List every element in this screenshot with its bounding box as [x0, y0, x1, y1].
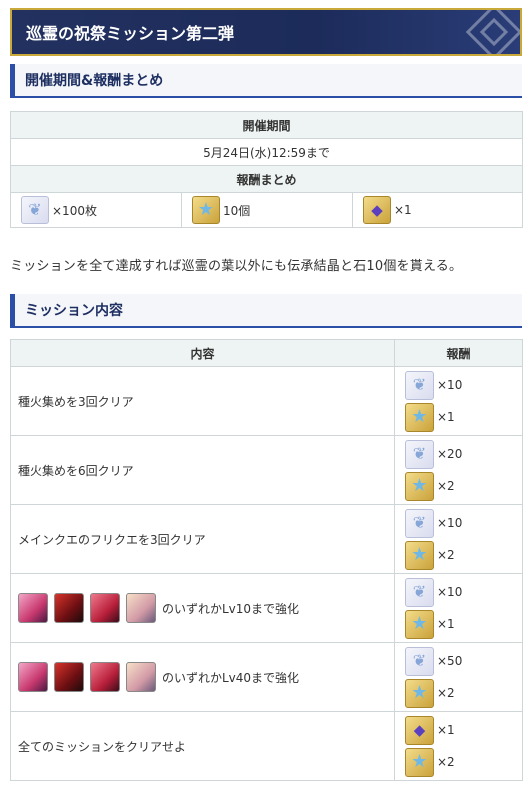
- mission-text: のいずれかLv40まで強化: [162, 670, 300, 685]
- mission-text: のいずれかLv10まで強化: [162, 601, 300, 616]
- reward-summary-text: 10個: [223, 203, 251, 218]
- leaf-icon[interactable]: ❦: [405, 508, 434, 538]
- servant-icon[interactable]: [54, 662, 84, 692]
- servant-icon[interactable]: [18, 593, 48, 623]
- reward-qty: ×2: [437, 548, 455, 562]
- section-heading-label: 開催期間&報酬まとめ: [25, 73, 164, 89]
- reward-summary-cell: ◆ ×1: [351, 192, 524, 228]
- servant-icon[interactable]: [90, 662, 120, 692]
- page-title-banner: 巡霊の祝祭ミッション第二弾: [10, 8, 522, 56]
- mission-rewards: ◆ ×1 ★ ×2: [394, 711, 523, 781]
- servant-icon[interactable]: [126, 662, 156, 692]
- star-icon[interactable]: ★: [405, 471, 434, 501]
- rewards-header: 報酬まとめ: [9, 165, 524, 193]
- star-icon[interactable]: ★: [405, 678, 434, 708]
- column-header-reward: 報酬: [394, 339, 523, 367]
- leaf-icon[interactable]: ❦: [21, 196, 49, 224]
- reward-qty: ×10: [437, 585, 463, 599]
- mission-text: メインクエのフリクエを3回クリア: [10, 504, 395, 574]
- table-row: メインクエのフリクエを3回クリア ❦ ×10 ★ ×2: [10, 504, 523, 574]
- reward-qty: ×1: [437, 617, 455, 631]
- star-icon[interactable]: ★: [405, 540, 434, 570]
- section-heading-period: 開催期間&報酬まとめ: [10, 64, 522, 98]
- table-row: 全てのミッションをクリアせよ ◆ ×1 ★ ×2: [10, 711, 523, 781]
- table-row: のいずれかLv10まで強化 ❦ ×10 ★ ×1: [10, 573, 523, 643]
- period-header: 開催期間: [9, 111, 524, 139]
- reward-qty: ×10: [437, 378, 463, 392]
- mission-rewards: ❦ ×50 ★ ×2: [394, 642, 523, 712]
- leaf-icon[interactable]: ❦: [405, 577, 434, 607]
- column-header-content: 内容: [10, 339, 395, 367]
- mission-text: 種火集めを3回クリア: [10, 366, 395, 436]
- reward-qty: ×1: [437, 723, 455, 737]
- star-icon[interactable]: ★: [405, 609, 434, 639]
- table-row: のいずれかLv40まで強化 ❦ ×50 ★ ×2: [10, 642, 523, 712]
- table-row: 種火集めを3回クリア ❦ ×10 ★ ×1: [10, 366, 523, 436]
- reward-qty: ×50: [437, 654, 463, 668]
- reward-qty: ×2: [437, 755, 455, 769]
- mission-rewards: ❦ ×10 ★ ×1: [394, 573, 523, 643]
- servant-icon[interactable]: [54, 593, 84, 623]
- leaf-icon[interactable]: ❦: [405, 646, 434, 676]
- stone-icon[interactable]: ◆: [363, 196, 391, 224]
- page-title: 巡霊の祝祭ミッション第二弾: [26, 24, 235, 43]
- reward-qty: ×10: [437, 516, 463, 530]
- section-heading-label: ミッション内容: [25, 303, 123, 319]
- star-icon[interactable]: ★: [405, 402, 434, 432]
- reward-summary-text: ×1: [394, 203, 412, 217]
- period-value: 5月24日(水)12:59まで: [9, 138, 524, 166]
- mission-text: 種火集めを6回クリア: [10, 435, 395, 505]
- stone-icon[interactable]: ◆: [405, 715, 434, 745]
- reward-summary-text: ×100枚: [52, 203, 97, 218]
- reward-summary-cell: ❦ ×100枚: [10, 192, 182, 228]
- mission-rewards: ❦ ×20 ★ ×2: [394, 435, 523, 505]
- servant-icon[interactable]: [90, 593, 120, 623]
- star-icon[interactable]: ★: [405, 747, 434, 777]
- reward-summary-cell: ★ 10個: [181, 192, 353, 228]
- note-text: ミッションを全て達成すれば巡霊の葉以外にも伝承結晶と石10個を貰える。: [10, 259, 463, 274]
- table-row: 種火集めを6回クリア ❦ ×20 ★ ×2: [10, 435, 523, 505]
- leaf-icon[interactable]: ❦: [405, 370, 434, 400]
- mission-table: 内容 報酬 種火集めを3回クリア ❦ ×10 ★ ×1 種火集めを6回クリア ❦ ×2…: [10, 339, 523, 781]
- reward-qty: ×2: [437, 686, 455, 700]
- mission-rewards: ❦ ×10 ★ ×2: [394, 504, 523, 574]
- mission-cell: のいずれかLv10まで強化: [10, 573, 395, 643]
- mission-cell: のいずれかLv40まで強化: [10, 642, 395, 712]
- reward-qty: ×20: [437, 447, 463, 461]
- star-icon[interactable]: ★: [192, 196, 220, 224]
- servant-icon[interactable]: [18, 662, 48, 692]
- period-rewards-table: 開催期間 5月24日(水)12:59まで 報酬まとめ ❦ ×100枚 ★ 10個…: [9, 111, 524, 228]
- reward-qty: ×1: [437, 410, 455, 424]
- section-heading-missions: ミッション内容: [10, 294, 522, 328]
- servant-icon[interactable]: [126, 593, 156, 623]
- reward-qty: ×2: [437, 479, 455, 493]
- mission-rewards: ❦ ×10 ★ ×1: [394, 366, 523, 436]
- leaf-icon[interactable]: ❦: [405, 439, 434, 469]
- mission-text: 全てのミッションをクリアせよ: [10, 711, 395, 781]
